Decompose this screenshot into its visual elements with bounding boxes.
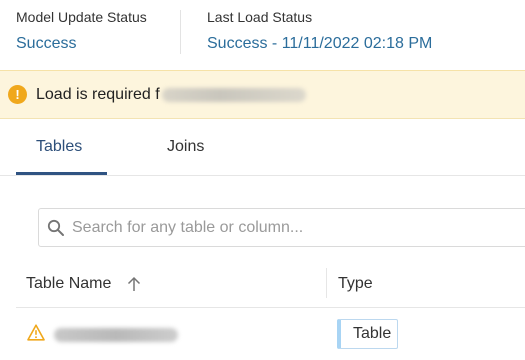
warning-triangle-icon [27, 324, 45, 341]
last-load-status-label: Last Load Status [207, 9, 313, 25]
redacted-table-name[interactable] [54, 328, 178, 342]
model-update-status: Model Update Status Success [16, 0, 180, 66]
model-update-status-value[interactable]: Success [16, 35, 76, 53]
column-header-table-name[interactable]: Table Name [26, 275, 111, 293]
last-load-status: Last Load Status Success - 11/11/2022 02… [207, 0, 525, 66]
exclamation-circle-icon: ! [8, 85, 27, 104]
search-icon [47, 219, 64, 236]
type-badge: Table [337, 319, 399, 349]
table-row[interactable]: Table [16, 309, 525, 360]
search-input[interactable] [72, 216, 522, 240]
status-divider [180, 10, 181, 54]
tab-tables[interactable]: Tables [36, 138, 82, 156]
tab-bar: Tables Joins [0, 120, 525, 176]
table-header: Table Name Type [16, 264, 525, 308]
search-box[interactable] [38, 208, 525, 247]
last-load-status-value[interactable]: Success - 11/11/2022 02:18 PM [207, 35, 432, 53]
active-tab-indicator [16, 172, 107, 175]
load-required-alert: ! Load is required f [0, 70, 525, 119]
column-divider[interactable] [326, 268, 327, 298]
redacted-text [162, 88, 306, 102]
status-bar: Model Update Status Success Last Load St… [0, 0, 525, 66]
tab-joins[interactable]: Joins [167, 138, 204, 156]
model-update-status-label: Model Update Status [16, 9, 147, 25]
alert-message: Load is required f [36, 86, 160, 103]
column-header-type[interactable]: Type [338, 275, 373, 293]
sort-ascending-icon[interactable] [127, 276, 141, 292]
